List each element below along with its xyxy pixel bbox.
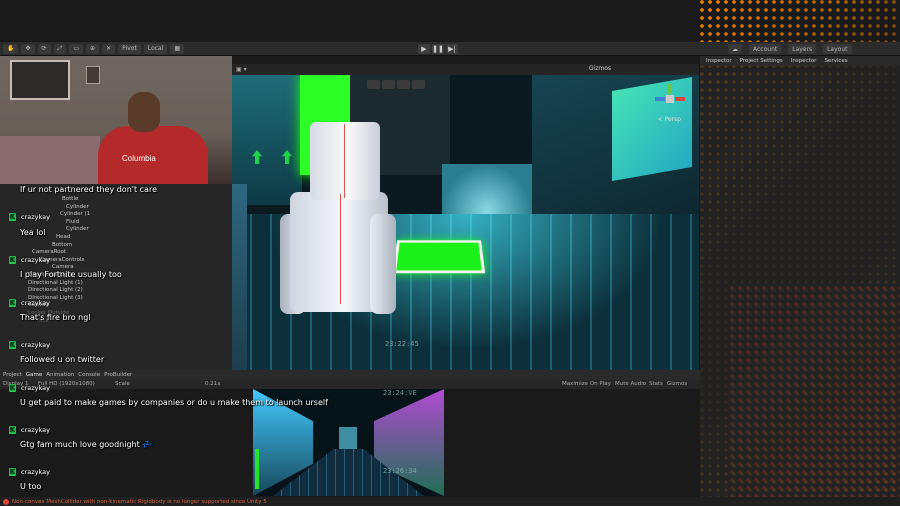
move-overlay-icon[interactable] [382,80,395,89]
rotate-tool-button[interactable]: ⟳ [37,43,51,54]
pivot-toggle[interactable]: Pivot [118,43,141,54]
chat-username-text: crazykay [21,468,50,476]
chat-message: That's fire bro ngl [20,313,91,322]
picture-frame [10,60,70,100]
scene-tool-overlay [367,80,425,89]
character-arm-right[interactable] [370,214,396,314]
chat-username-text: crazykay [21,384,50,392]
tab-project-settings[interactable]: Project Settings [740,58,783,64]
play-button[interactable]: ▶ [418,44,430,54]
x-axis [675,97,685,101]
scene-gizmos-button[interactable]: Gizmos [589,65,611,72]
game-timestamp: 23:26:34 [383,467,417,475]
chat-username-text: crazykay [21,299,50,307]
scene-timestamp: 23:22:45 [385,340,419,348]
scale-tool-button[interactable]: ⤢ [53,43,67,54]
error-icon [3,498,9,505]
stats-toggle[interactable]: Stats [649,381,663,387]
chat-username-text: crazykay [21,213,50,221]
chat-message: U too [20,482,42,491]
chat-message: U get paid to make games by companies or… [20,398,328,407]
kick-badge-icon: K [9,256,16,264]
game-timestamp: 23:24:VE [383,389,417,397]
move-tool-button[interactable]: ✥ [21,43,35,54]
character-seam [340,194,341,304]
local-toggle[interactable]: Local [143,43,168,54]
streamer-head [128,92,160,132]
account-button[interactable]: Account [749,44,782,54]
chat-username: Kcrazykay [9,341,50,349]
gizmo-center [666,95,674,103]
hand-tool-button[interactable]: ✋ [3,43,19,54]
chat-username: Kcrazykay [9,299,50,307]
character-seam [344,124,345,198]
chat-username: Kcrazykay [9,213,50,221]
custom-tool-button[interactable]: ✕ [102,43,116,54]
layers-label: Layers [792,45,813,53]
perspective-label[interactable]: < Persp [658,116,681,123]
status-bar[interactable]: Non-convex MeshCollider with non-kinemat… [0,497,900,506]
kick-badge-icon: K [9,299,16,307]
chat-username: Kcrazykay [9,384,50,392]
scene-view-toolbar: ▣ ▾ Gizmos [232,64,699,75]
account-label: Account [753,45,778,53]
transform-tool-button[interactable]: ⊕ [86,43,100,54]
kick-badge-icon: K [9,468,16,476]
picture-frame-small [86,66,100,84]
inspector-tabs: Inspector Project Settings Inspector Ser… [700,56,900,66]
chat-message: Yea lol [20,228,46,237]
unity-toolbar: ✋ ✥ ⟳ ⤢ ▭ ⊕ ✕ Pivot Local ▦ ▶ ❚❚ ▶| ☁ Ac… [0,42,900,56]
layers-button[interactable]: Layers [788,44,817,54]
tab-inspector[interactable]: Inspector [706,58,732,64]
shading-mode-icon[interactable]: ▣ ▾ [236,66,247,73]
maximize-on-play-toggle[interactable]: Maximize On Play [562,381,611,387]
chat-username: Kcrazykay [9,256,50,264]
pivot-label: Pivot [122,45,137,52]
layout-label: Layout [827,45,848,53]
status-message: Non-convex MeshCollider with non-kinemat… [12,498,267,505]
game-gizmos-toggle[interactable]: Gizmos [667,381,687,387]
local-label: Local [147,45,164,52]
chat-message: I play Fortnite usually too [20,270,122,279]
shirt-logo: Columbia [122,154,156,163]
inspector-panel: Inspector Project Settings Inspector Ser… [700,56,900,497]
chat-username-text: crazykay [21,426,50,434]
kick-badge-icon: K [9,426,16,434]
edit-overlay-icon[interactable] [397,80,410,89]
kick-badge-icon: K [9,341,16,349]
webcam-feed: Columbia [0,56,232,184]
kick-badge-icon: K [9,384,16,392]
scene-green-pad [392,240,486,274]
collab-button[interactable]: ☁ [728,44,742,54]
step-button[interactable]: ▶| [446,44,458,54]
chat-message: If ur not partnered they don't care [20,185,157,194]
pause-button[interactable]: ❚❚ [432,44,444,54]
chat-username-text: crazykay [21,256,50,264]
orientation-gizmo[interactable] [655,84,685,114]
rect-tool-button[interactable]: ▭ [69,43,84,54]
z-axis [655,97,665,101]
mute-audio-toggle[interactable]: Mute Audio [615,381,646,387]
chat-message: Gtg fam much love goodnight 💤 [20,440,153,449]
y-axis [668,84,672,94]
chat-username: Kcrazykay [9,468,50,476]
camera-overlay-icon[interactable] [412,80,425,89]
chat-message: Followed u on twitter [20,355,105,364]
couch [0,136,100,184]
kick-badge-icon: K [9,213,16,221]
chat-username-text: crazykay [21,341,50,349]
snap-button[interactable]: ▦ [170,43,185,54]
game-corridor-end [339,427,357,449]
layout-button[interactable]: Layout [823,44,852,54]
tab-inspector-2[interactable]: Inspector [791,58,817,64]
playback-controls: ▶ ❚❚ ▶| [418,44,458,54]
view-tool-icon[interactable] [367,80,380,89]
chat-username: Kcrazykay [9,426,50,434]
toolbar-right: ☁ Account Layers Layout [725,44,852,54]
tab-services[interactable]: Services [824,58,847,64]
chat-overlay: If ur not partnered they don't care Kcra… [0,180,330,496]
